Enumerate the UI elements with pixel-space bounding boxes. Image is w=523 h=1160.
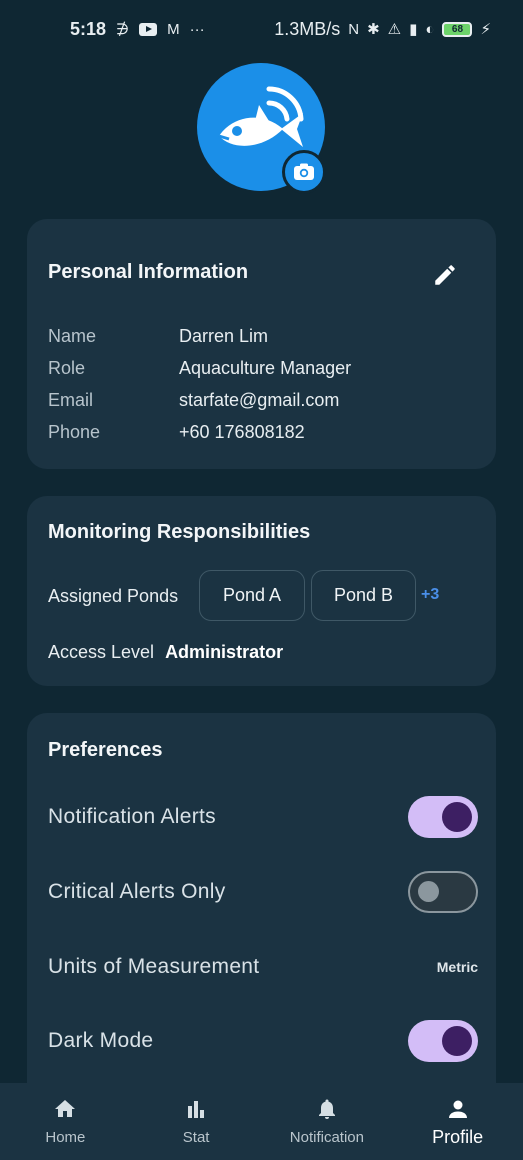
info-label: Email: [48, 390, 94, 410]
battery-icon: 68: [442, 21, 473, 37]
camera-icon: [294, 163, 314, 180]
critical-alerts-toggle[interactable]: [408, 871, 478, 913]
pond-chip-a[interactable]: Pond A: [199, 570, 305, 621]
info-label: Role: [48, 358, 86, 378]
nav-label: Home: [45, 1129, 86, 1146]
change-photo-button[interactable]: [282, 150, 326, 194]
bar-chart-icon: [188, 1101, 205, 1118]
bluetooth-icon: ✱: [367, 21, 380, 38]
charging-icon: ⚡: [480, 21, 491, 38]
youtube-icon: [139, 22, 158, 36]
network-speed: 1.3MB/s: [274, 18, 341, 39]
toggle-knob: [442, 802, 472, 832]
info-value: Aquaculture Manager: [179, 358, 352, 378]
pref-label: Units of Measurement: [48, 955, 260, 978]
more-ponds-link[interactable]: +3: [421, 586, 439, 604]
gmail-icon: M: [167, 20, 180, 38]
pref-label: Critical Alerts Only: [48, 880, 226, 903]
info-row-phone: Phone +60 176808182: [48, 422, 305, 443]
assigned-ponds-label: Assigned Ponds: [48, 586, 179, 606]
pref-units[interactable]: Units of Measurement Metric: [48, 942, 478, 992]
pond-chip-b[interactable]: Pond B: [311, 570, 416, 621]
more-notifications-icon: ···: [189, 20, 205, 38]
access-level-label: Access Level: [48, 642, 155, 662]
units-value[interactable]: Metric: [437, 959, 478, 975]
nav-profile[interactable]: Profile: [392, 1083, 523, 1160]
info-value: +60 176808182: [179, 422, 305, 442]
info-label: Phone: [48, 422, 101, 442]
pencil-icon: [435, 265, 455, 285]
monitoring-card: Monitoring Responsibilities Assigned Pon…: [27, 496, 496, 686]
nfc-icon: N: [348, 20, 360, 38]
person-icon: [448, 1100, 467, 1118]
nav-label: Profile: [432, 1127, 484, 1147]
nav-stat[interactable]: Stat: [131, 1083, 262, 1160]
status-bar: 5:18 ∌ M ··· 1.3MB/s N ✱ ⚠ ▮ ◐ 68 ⚡: [0, 0, 523, 58]
bottom-navigation: Home Stat Notification Profile: [0, 1083, 523, 1160]
personal-info-title: Personal Information: [48, 261, 249, 283]
info-label: Name: [48, 326, 97, 346]
wifi-icon: ◐: [425, 20, 435, 38]
info-value: Darren Lim: [179, 326, 269, 346]
pref-label: Notification Alerts: [48, 805, 216, 828]
pref-critical-alerts: Critical Alerts Only: [48, 867, 478, 917]
home-icon: [55, 1100, 76, 1117]
app-notification-icon: ∌: [116, 21, 130, 38]
preferences-title: Preferences: [48, 739, 163, 761]
info-row-role: Role Aquaculture Manager: [48, 358, 351, 379]
edit-profile-button[interactable]: [427, 257, 463, 293]
toggle-knob: [442, 1026, 472, 1056]
access-level-row: Access Level Administrator: [48, 642, 283, 663]
pref-dark-mode: Dark Mode: [48, 1016, 478, 1066]
pref-label: Dark Mode: [48, 1029, 154, 1052]
silent-icon: ⚠: [387, 21, 402, 38]
signal-icon: ▮: [409, 21, 418, 38]
nav-notification[interactable]: Notification: [262, 1083, 393, 1160]
access-level-value: Administrator: [165, 642, 284, 662]
personal-info-card: Personal Information Name Darren Lim Rol…: [27, 219, 496, 469]
nav-label: Notification: [289, 1129, 364, 1146]
info-row-email: Email starfate@gmail.com: [48, 390, 339, 411]
nav-label: Stat: [182, 1129, 210, 1146]
monitoring-title: Monitoring Responsibilities: [48, 521, 311, 543]
pref-notification-alerts: Notification Alerts: [48, 792, 478, 842]
nav-home[interactable]: Home: [0, 1083, 131, 1160]
info-row-name: Name Darren Lim: [48, 326, 268, 347]
status-time: 5:18: [70, 18, 107, 39]
preferences-card: Preferences Notification Alerts Critical…: [27, 713, 496, 1133]
notification-alerts-toggle[interactable]: [408, 796, 478, 838]
dark-mode-toggle[interactable]: [408, 1020, 478, 1062]
toggle-knob: [418, 881, 439, 902]
info-value: starfate@gmail.com: [179, 390, 340, 410]
bell-icon: [318, 1099, 335, 1119]
